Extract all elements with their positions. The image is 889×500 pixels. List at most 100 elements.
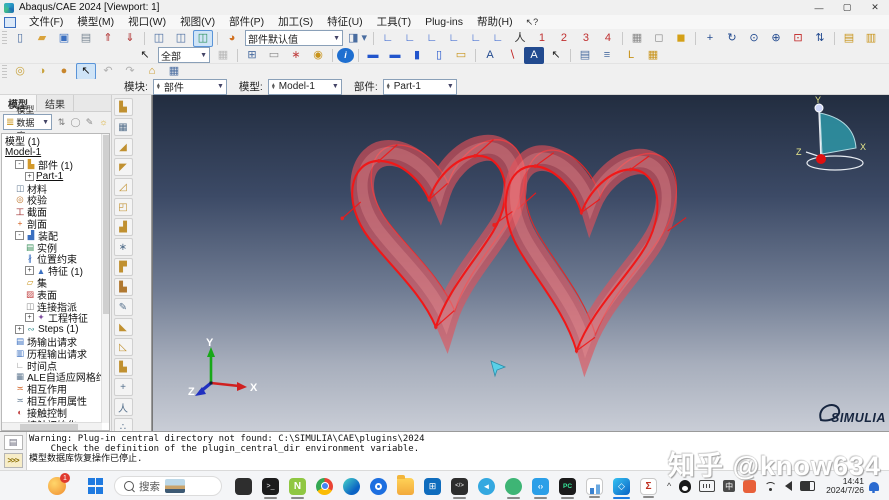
taskbar-app-explorer[interactable] — [397, 474, 414, 495]
tree-item[interactable]: 工截面 — [2, 206, 102, 220]
regenerate-tool[interactable]: ◣ — [113, 318, 133, 336]
tile-horizontal-icon[interactable]: ▤ — [839, 30, 859, 47]
viewport[interactable]: Y X Z Y X Z SIMULIA — [152, 95, 889, 431]
toolbar-grip[interactable] — [2, 31, 7, 45]
view-cube-3-icon[interactable]: ◫ — [193, 29, 213, 47]
render-shaded-icon[interactable]: ● — [54, 63, 74, 80]
csys-y-icon[interactable]: ∟ — [466, 30, 486, 47]
datum-xyz-tool[interactable]: + — [113, 378, 133, 396]
tree-item[interactable]: ◫ 材料 — [2, 182, 102, 196]
widgets-icon[interactable]: 1 — [48, 473, 70, 495]
annotate-text-icon[interactable]: A — [524, 46, 544, 64]
create-solid-tool[interactable]: ◢ — [113, 138, 133, 156]
collapse-icon[interactable]: - — [15, 230, 24, 240]
tree-item[interactable]: + Part-1 — [2, 170, 102, 182]
taskbar-app-terminal[interactable]: >_ — [262, 477, 279, 499]
viewport-layout-2-icon[interactable]: ▬ — [385, 47, 405, 64]
tree-edit-icon[interactable]: ✎ — [83, 116, 96, 129]
undo-icon[interactable]: ↶ — [98, 63, 118, 80]
spinner-icon[interactable]: ▲ ▼ — [271, 82, 276, 90]
pan-view-icon[interactable]: + — [700, 30, 720, 47]
model-db-down-icon[interactable]: ⇓ — [120, 30, 140, 47]
close-button[interactable]: ✕ — [861, 1, 889, 15]
view-cube-1-icon[interactable]: ◫ — [149, 30, 169, 47]
parallel-cube-icon[interactable]: ◻ — [649, 30, 669, 47]
part-manager-tool[interactable]: ▦ — [113, 118, 133, 136]
tree-item[interactable]: + ✦ 工程特征 — [2, 312, 102, 325]
render-wireframe-icon[interactable]: ◎ — [10, 63, 30, 80]
field-calculator-icon[interactable]: ▦ — [164, 63, 184, 80]
tree-filter-icon[interactable]: ◯ — [69, 116, 82, 129]
open-folder-icon[interactable]: ▰ — [32, 30, 52, 47]
annotate-edit-icon[interactable]: ↖ — [546, 47, 566, 64]
perspective-cube-icon[interactable]: ◼ — [671, 30, 691, 47]
viewport-canvas[interactable]: Y X Z Y X Z SIMULIA — [153, 95, 889, 431]
tree-horizontal-scrollbar[interactable] — [2, 422, 102, 430]
triad-person-icon[interactable]: 人 — [510, 30, 530, 47]
edit-feature-tool[interactable]: ✎ — [113, 298, 133, 316]
viewport-layout-4-icon[interactable]: ▯ — [429, 47, 449, 64]
magnify-view-icon[interactable]: ⊙ — [744, 30, 764, 47]
fit-view-icon[interactable]: ⊡ — [788, 30, 808, 47]
selection-layers-icon[interactable]: ⊞ — [242, 47, 262, 64]
drag-select-icon[interactable]: ▭ — [264, 47, 284, 64]
minimize-button[interactable]: — — [805, 1, 833, 15]
menu-item-10[interactable]: 帮助(H) — [470, 15, 520, 29]
taskbar-app-vscode[interactable]: ‹› — [532, 477, 549, 499]
tree-item[interactable]: 模型 (1) — [2, 135, 102, 148]
csys-z-icon[interactable]: ∟ — [488, 30, 508, 47]
tree-vertical-scrollbar[interactable] — [101, 134, 109, 423]
selection-save-icon[interactable]: ▦ — [213, 47, 233, 64]
tree-expand-icon[interactable]: ⇅ — [55, 116, 68, 129]
select-cursor-icon[interactable]: ↖ — [135, 47, 155, 64]
context-help-icon[interactable]: ↖? — [520, 17, 545, 28]
tab-结果[interactable]: 结果 — [37, 95, 74, 111]
csys-xy-icon[interactable]: ∟ — [378, 30, 398, 47]
annotate-arrow-icon[interactable]: A — [480, 47, 500, 64]
link-viewports-icon[interactable]: ▭ — [451, 47, 471, 64]
model-database-select[interactable]: ≣ 模型数据库 ▼ — [3, 105, 52, 141]
viewport-menu-icon[interactable] — [4, 16, 16, 28]
taskbar-app-notepadpp[interactable]: N — [289, 477, 306, 499]
taskbar-app-chart[interactable] — [586, 477, 603, 498]
taskbar-app-origin[interactable]: Σ — [640, 477, 657, 498]
tile-vertical-icon[interactable]: ▥ — [861, 30, 881, 47]
select-entity-icon[interactable]: ↖ — [76, 63, 96, 80]
start-button[interactable] — [88, 478, 104, 494]
new-file-icon[interactable]: ▯ — [10, 30, 30, 47]
taskbar-app-player[interactable] — [370, 477, 387, 495]
model-db-up-icon[interactable]: ⇑ — [98, 30, 118, 47]
kernel-cli-button[interactable]: >>> — [3, 453, 23, 468]
view-2-button[interactable]: 2 — [554, 30, 574, 47]
view-4-button[interactable]: 4 — [598, 30, 618, 47]
module-select[interactable]: ▲ ▼ 部件 ▼ — [152, 78, 227, 95]
taskbar-app-green[interactable] — [505, 477, 522, 499]
menu-item-9[interactable]: Plug-ins — [418, 15, 470, 29]
view-cube-2-icon[interactable]: ◫ — [171, 30, 191, 47]
csys-yz-icon[interactable]: ∟ — [422, 30, 442, 47]
expand-icon[interactable]: + — [25, 171, 34, 181]
multi-select-icon[interactable]: ∗ — [286, 47, 306, 64]
viewport-layout-1-icon[interactable]: ▬ — [363, 47, 383, 64]
expand-icon[interactable]: + — [15, 325, 24, 335]
csys-xz-icon[interactable]: ∟ — [400, 30, 420, 47]
spinner-icon[interactable]: ▲ ▼ — [386, 82, 391, 90]
cycle-views-icon[interactable]: ⇅ — [810, 30, 830, 47]
create-wire-tool[interactable]: ◿ — [113, 178, 133, 196]
annotation-list-icon[interactable]: ≡ — [597, 47, 617, 64]
viewport-grid-icon[interactable]: ▦ — [643, 47, 663, 64]
expand-icon[interactable]: + — [25, 266, 34, 276]
view-3-button[interactable]: 3 — [576, 30, 596, 47]
spinner-icon[interactable]: ▲ ▼ — [156, 82, 161, 90]
annotate-line-icon[interactable]: ∖ — [502, 47, 522, 64]
render-style-icon[interactable]: ◨ ▾ — [346, 30, 369, 47]
create-round-tool[interactable]: ▟ — [113, 218, 133, 236]
datum-axis-tool[interactable]: 人 — [113, 398, 133, 416]
menu-item-7[interactable]: 特征(U) — [320, 15, 370, 29]
display-group-select[interactable]: 部件默认值 ▼ — [245, 30, 343, 46]
menu-item-1[interactable]: 文件(F) — [22, 15, 70, 29]
view-1-button[interactable]: 1 — [532, 30, 552, 47]
redo-icon[interactable]: ↷ — [120, 63, 140, 80]
toolbar-grip[interactable] — [2, 64, 7, 79]
print-icon[interactable]: ▤ — [76, 30, 96, 47]
